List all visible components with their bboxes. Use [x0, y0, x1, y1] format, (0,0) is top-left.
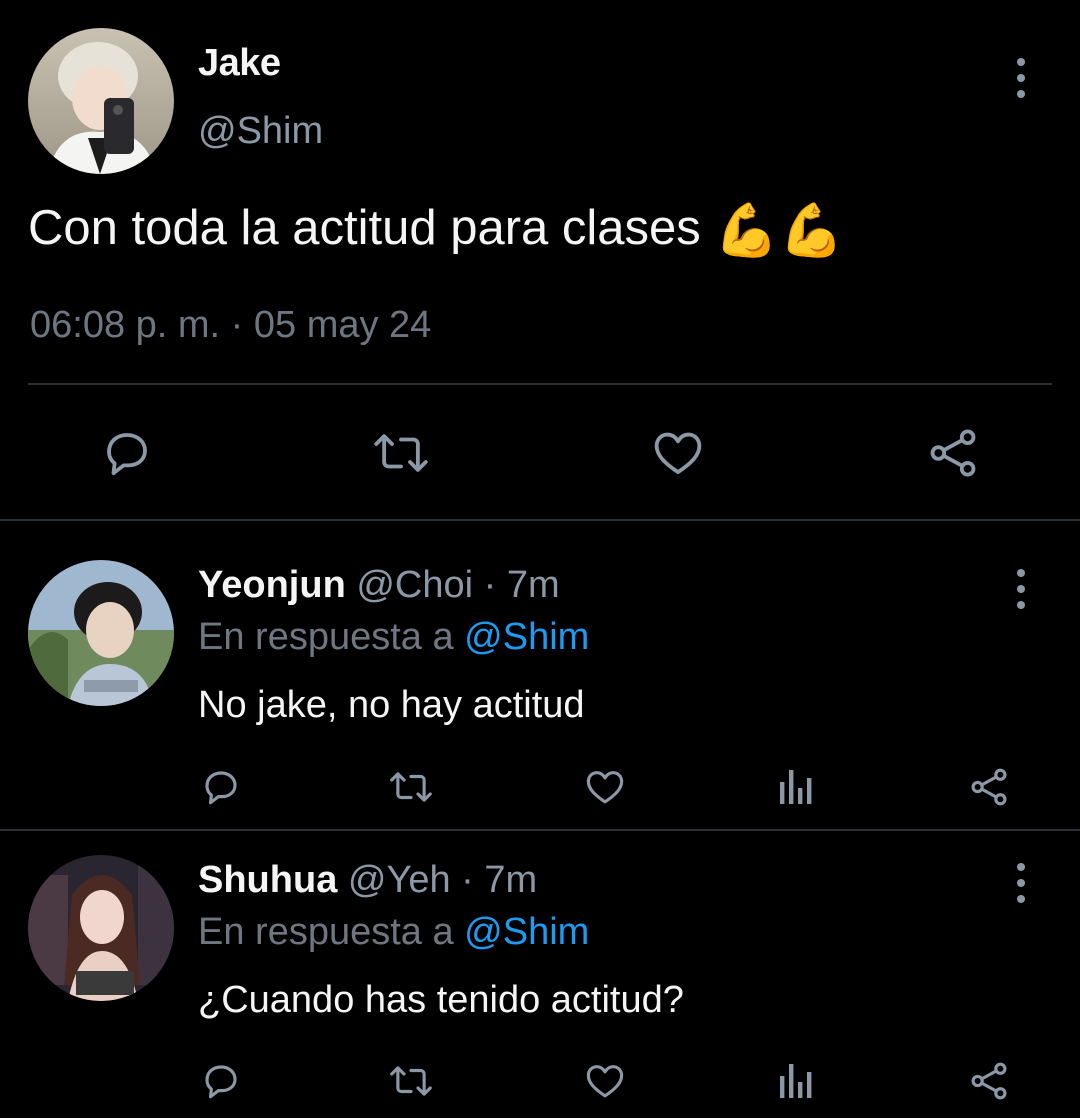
avatar[interactable] [28, 560, 174, 706]
avatar[interactable] [28, 855, 174, 1001]
author-name[interactable]: Shuhua [198, 859, 337, 901]
reply-icon[interactable] [200, 1060, 242, 1102]
tweet-text: Con toda la actitud para clases 💪💪 [28, 200, 844, 261]
share-icon[interactable] [926, 426, 980, 480]
tweet-body: Con toda la actitud para clases [28, 201, 701, 255]
tweet-detail-page: Jake @Shim Con toda la actitud para clas… [0, 0, 1080, 1118]
reply-icon[interactable] [100, 426, 154, 480]
retweet-icon[interactable] [386, 766, 436, 808]
share-icon[interactable] [968, 766, 1010, 808]
retweet-icon[interactable] [386, 1060, 436, 1102]
reply-header: Yeonjun @Choi · 7m [198, 564, 560, 607]
in-reply-prefix: En respuesta a [198, 616, 454, 658]
author-name[interactable]: Jake [198, 42, 281, 85]
flexed-biceps-emoji: 💪💪 [714, 202, 844, 260]
reply-header: Shuhua @Yeh · 7m [198, 859, 537, 902]
divider [0, 829, 1080, 831]
author-handle[interactable]: @Shim [198, 110, 323, 153]
more-options-icon[interactable] [1009, 58, 1033, 98]
views-icon[interactable] [778, 1062, 814, 1100]
mention-link[interactable]: @Shim [464, 911, 589, 953]
share-icon[interactable] [968, 1060, 1010, 1102]
views-icon[interactable] [778, 768, 814, 806]
in-reply-to: En respuesta a @Shim [198, 911, 589, 954]
reply-time: · 7m [483, 564, 560, 606]
author-handle[interactable]: @Yeh [348, 859, 451, 901]
retweet-icon[interactable] [370, 426, 432, 480]
in-reply-to: En respuesta a @Shim [198, 616, 589, 659]
reply-text: ¿Cuando has tenido actitud? [198, 979, 684, 1021]
like-icon[interactable] [651, 426, 705, 480]
reply-icon[interactable] [200, 766, 242, 808]
reply-text: No jake, no hay actitud [198, 684, 585, 726]
avatar[interactable] [28, 28, 174, 174]
author-name[interactable]: Yeonjun [198, 564, 346, 606]
divider [28, 383, 1052, 385]
divider [0, 519, 1080, 521]
more-options-icon[interactable] [1009, 569, 1033, 609]
author-handle[interactable]: @Choi [356, 564, 473, 606]
mention-link[interactable]: @Shim [464, 616, 589, 658]
tweet-timestamp: 06:08 p. m. · 05 may 24 [30, 304, 432, 346]
like-icon[interactable] [584, 766, 626, 808]
like-icon[interactable] [584, 1060, 626, 1102]
in-reply-prefix: En respuesta a [198, 911, 454, 953]
more-options-icon[interactable] [1009, 863, 1033, 903]
reply-time: · 7m [461, 859, 538, 901]
